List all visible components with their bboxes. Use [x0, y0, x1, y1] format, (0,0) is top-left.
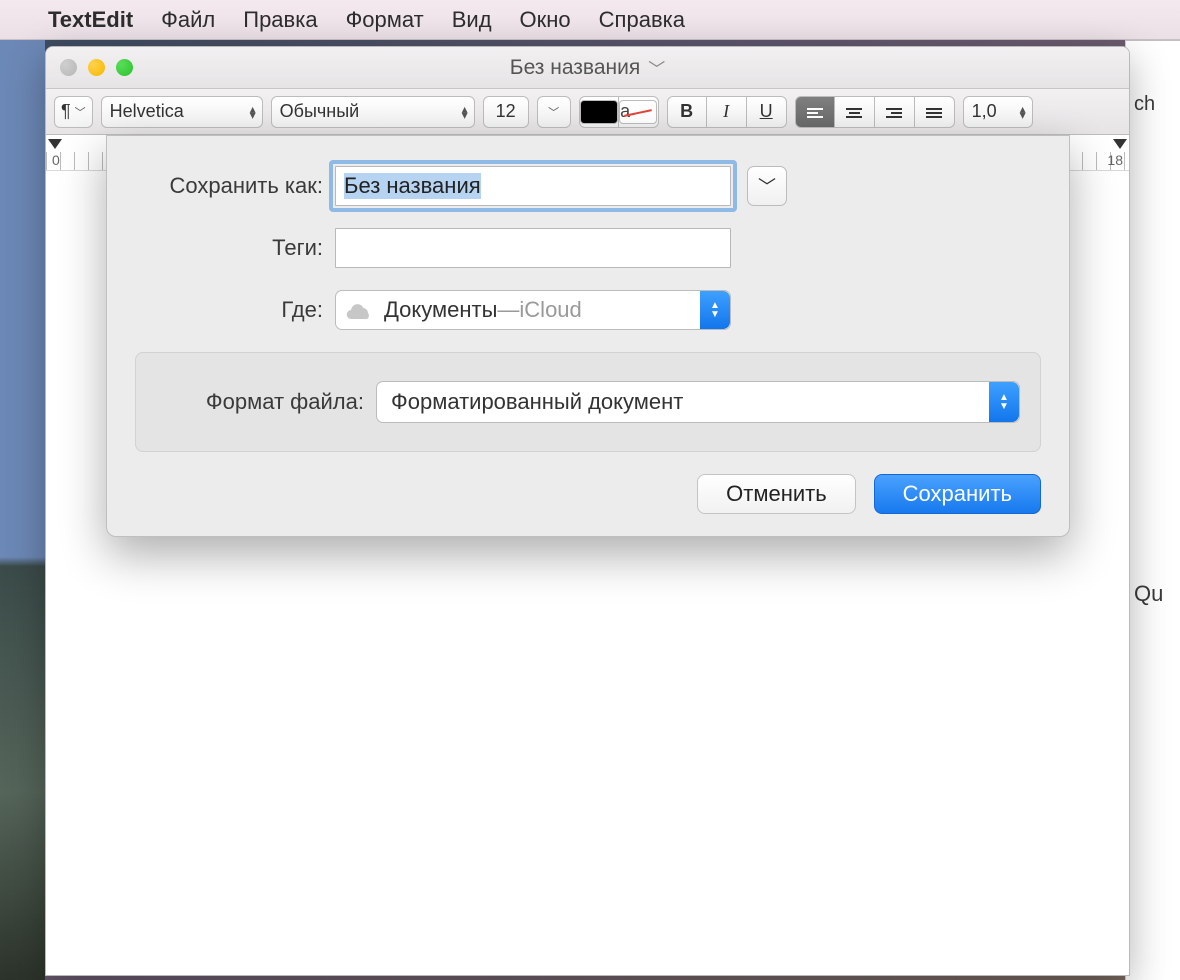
line-spacing-select[interactable]: 1,0 ▴▾	[963, 96, 1033, 128]
window-zoom-button[interactable]	[116, 59, 133, 76]
background-text-fragment: Qu	[1134, 581, 1163, 607]
left-indent-marker-icon[interactable]	[48, 139, 62, 149]
background-text-fragment: ch	[1134, 93, 1155, 116]
file-format-value: Форматированный документ	[391, 389, 683, 415]
cloud-icon	[346, 300, 374, 320]
menu-help[interactable]: Справка	[599, 7, 685, 33]
tags-input[interactable]	[335, 228, 731, 268]
pilcrow-icon: ¶	[61, 101, 71, 122]
updown-caret-icon: ▴▾	[462, 106, 468, 118]
font-style-value: Обычный	[280, 101, 380, 122]
align-center-button[interactable]	[835, 96, 875, 128]
window-minimize-button[interactable]	[88, 59, 105, 76]
menu-view[interactable]: Вид	[452, 7, 492, 33]
chevron-down-icon: ﹀	[758, 173, 776, 199]
updown-caret-icon: ▲▼	[989, 382, 1019, 422]
font-size-field[interactable]: 12	[483, 96, 529, 128]
align-right-icon	[886, 106, 902, 118]
file-format-panel: Формат файла: Форматированный документ ▲…	[135, 352, 1041, 452]
menu-edit[interactable]: Правка	[243, 7, 317, 33]
window-close-button[interactable]	[60, 59, 77, 76]
no-highlight-icon: a	[619, 100, 657, 124]
ruler-start-label: 0	[52, 152, 60, 168]
file-format-select[interactable]: Форматированный документ ▲▼	[376, 381, 1020, 423]
formatting-toolbar: ¶ ﹀ Helvetica ▴▾ Обычный ▴▾ 12 ﹀ a B I U	[46, 89, 1129, 135]
right-indent-marker-icon[interactable]	[1113, 139, 1127, 149]
window-traffic-lights	[60, 59, 133, 76]
align-justify-icon	[926, 106, 942, 118]
menu-window[interactable]: Окно	[520, 7, 571, 33]
expand-save-dialog-button[interactable]: ﹀	[747, 166, 787, 206]
textedit-window: Без названия ﹀ ¶ ﹀ Helvetica ▴▾ Обычный …	[45, 46, 1130, 976]
document-title-text: Без названия	[510, 56, 640, 80]
align-justify-button[interactable]	[915, 96, 955, 128]
tags-label: Теги:	[135, 235, 335, 261]
filename-input[interactable]	[335, 166, 731, 206]
menu-file[interactable]: Файл	[161, 7, 215, 33]
file-format-label: Формат файла:	[156, 389, 376, 415]
where-label: Где:	[135, 297, 335, 323]
where-service-name: iCloud	[519, 297, 581, 323]
ruler-end-label: 18	[1107, 152, 1123, 168]
document-title[interactable]: Без названия ﹀	[510, 55, 665, 80]
align-right-button[interactable]	[875, 96, 915, 128]
save-button[interactable]: Сохранить	[874, 474, 1041, 514]
italic-button[interactable]: I	[707, 96, 747, 128]
line-spacing-value: 1,0	[972, 101, 1017, 122]
color-group: a	[579, 96, 659, 128]
font-style-select[interactable]: Обычный ▴▾	[271, 96, 475, 128]
text-style-group: B I U	[667, 96, 787, 128]
font-family-select[interactable]: Helvetica ▴▾	[101, 96, 263, 128]
font-size-dropdown[interactable]: ﹀	[537, 96, 571, 128]
highlight-color-button[interactable]: a	[619, 96, 659, 128]
cancel-button[interactable]: Отменить	[697, 474, 856, 514]
chevron-down-icon: ﹀	[648, 55, 665, 80]
updown-caret-icon: ▴▾	[250, 106, 256, 118]
menubar: TextEdit Файл Правка Формат Вид Окно Спр…	[0, 0, 1180, 40]
save-as-label: Сохранить как:	[135, 173, 335, 199]
color-swatch-icon	[580, 100, 618, 124]
window-titlebar[interactable]: Без названия ﹀	[46, 47, 1129, 89]
where-separator: —	[497, 297, 519, 323]
paragraph-style-button[interactable]: ¶ ﹀	[54, 96, 93, 128]
underline-button[interactable]: U	[747, 96, 787, 128]
align-center-icon	[846, 106, 862, 118]
align-left-icon	[807, 106, 823, 118]
background-window-edge: ch Qu	[1125, 40, 1180, 980]
menu-format[interactable]: Формат	[346, 7, 424, 33]
font-family-value: Helvetica	[110, 101, 204, 122]
updown-caret-icon: ▲▼	[700, 291, 730, 329]
app-name[interactable]: TextEdit	[48, 7, 133, 33]
text-color-button[interactable]	[579, 96, 619, 128]
where-location-select[interactable]: Документы — iCloud ▲▼	[335, 290, 731, 330]
chevron-down-icon: ﹀	[75, 104, 86, 120]
alignment-group	[795, 96, 955, 128]
bold-button[interactable]: B	[667, 96, 707, 128]
updown-caret-icon: ▴▾	[1020, 106, 1026, 118]
where-folder-name: Документы	[384, 297, 497, 323]
desktop-wallpaper-strip	[0, 40, 45, 980]
save-sheet: Сохранить как: ﹀ Теги: Где: Документы — …	[106, 135, 1070, 537]
align-left-button[interactable]	[795, 96, 835, 128]
chevron-down-icon: ﹀	[548, 104, 559, 120]
